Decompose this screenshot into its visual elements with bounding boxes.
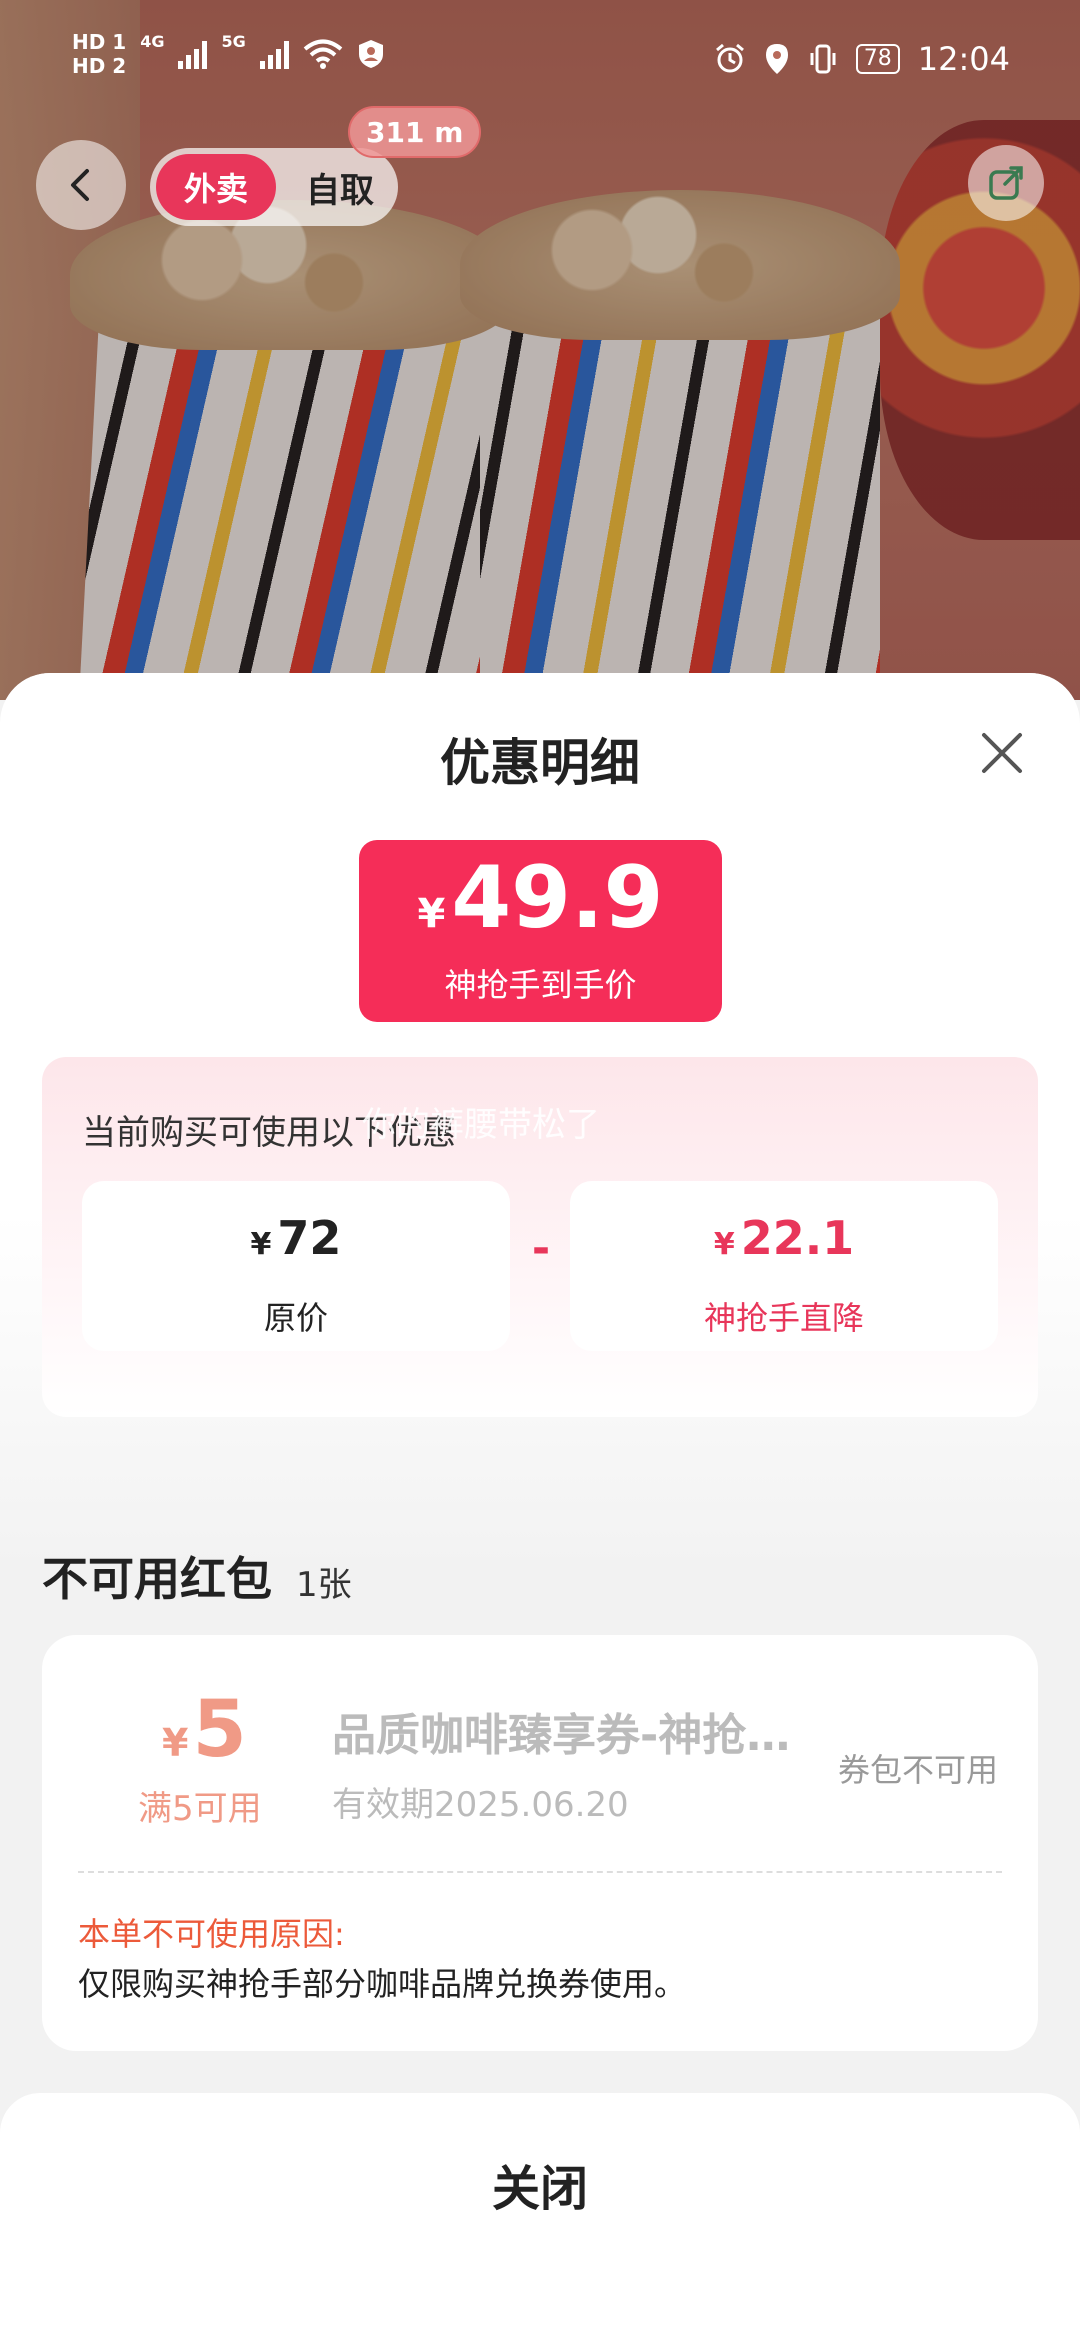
coupon-currency: ¥ xyxy=(162,1721,189,1765)
direct-discount-card: ¥22.1 神抢手直降 xyxy=(570,1181,998,1351)
coupon-amount-value: 5 xyxy=(192,1685,247,1775)
distance-badge: 311 m xyxy=(348,106,482,158)
unavailable-coupons-title: 不可用红包 xyxy=(42,1552,272,1606)
user-shield-icon xyxy=(358,40,383,68)
tab-pickup[interactable]: 自取 xyxy=(290,154,390,220)
close-x-button[interactable] xyxy=(974,725,1030,781)
coupon-reason-title: 本单不可使用原因: xyxy=(78,1915,345,1953)
unavailable-coupons-count: 1张 xyxy=(296,1565,352,1605)
final-price-amount: 49.9 xyxy=(451,848,664,948)
promo-breakdown: 当前购买可使用以下优惠 你的裤腰带松了 ¥72 原价 - ¥22.1 神抢手直降 xyxy=(42,1057,1038,1417)
direct-discount-amount: 22.1 xyxy=(740,1211,855,1265)
sim-hd-labels: HD 1 HD 2 xyxy=(72,32,126,76)
signal-icon xyxy=(178,39,208,69)
delivery-mode-switch: 外卖 自取 xyxy=(150,148,398,226)
signal-icon xyxy=(259,39,289,69)
coupon-validity: 有效期2025.06.20 xyxy=(332,1785,629,1825)
alarm-icon xyxy=(715,43,744,73)
status-bar: HD 1 HD 2 4G 5G 78 12:04 xyxy=(0,0,1080,120)
final-price-box: ¥49.9 神抢手到手价 xyxy=(359,840,722,1022)
sheet-title: 优惠明细 xyxy=(440,734,640,792)
direct-discount-label: 神抢手直降 xyxy=(703,1299,864,1337)
direct-discount-value: ¥22.1 xyxy=(570,1211,998,1265)
original-price-card: ¥72 原价 xyxy=(82,1181,510,1351)
coupon-min-spend: 满5可用 xyxy=(138,1789,262,1829)
tab-delivery[interactable]: 外卖 xyxy=(156,154,276,220)
network-type-1: 4G xyxy=(140,32,165,51)
coupon-status: 券包不可用 xyxy=(838,1751,999,1789)
coupon-name: 品质咖啡臻享券-神抢手专享 xyxy=(332,1710,802,1761)
network-type-2: 5G xyxy=(221,32,246,51)
minus-operator: - xyxy=(531,1223,551,1274)
coupon-amount: ¥5 xyxy=(162,1685,247,1775)
coupon-reason: 仅限购买神抢手部分咖啡品牌兑换券使用。 xyxy=(78,1965,687,2003)
close-icon xyxy=(982,733,1022,773)
vibrate-icon xyxy=(810,44,836,74)
hd-label-2: HD 2 xyxy=(72,54,127,78)
close-button[interactable]: 关闭 xyxy=(0,2149,1080,2219)
final-price-label: 神抢手到手价 xyxy=(444,966,637,1004)
hd-label-1: HD 1 xyxy=(72,30,127,54)
promo-watermark: 你的裤腰带松了 xyxy=(362,1105,600,1145)
discount-detail-sheet: 优惠明细 ¥49.9 神抢手到手价 当前购买可使用以下优惠 你的裤腰带松了 ¥7… xyxy=(0,673,1080,2340)
bottom-bar: 关闭 xyxy=(0,2093,1080,2340)
clock: 12:04 xyxy=(917,40,1010,78)
direct-discount-currency: ¥ xyxy=(713,1227,735,1262)
original-price-amount: 72 xyxy=(277,1211,342,1265)
battery-icon: 78 xyxy=(855,44,900,74)
unavailable-coupon-card[interactable]: ¥5 满5可用 品质咖啡臻享券-神抢手专享 有效期2025.06.20 券包不可… xyxy=(42,1635,1038,2051)
back-button[interactable] xyxy=(36,140,126,230)
original-price-value: ¥72 xyxy=(82,1211,510,1265)
status-bar-left: HD 1 HD 2 4G 5G xyxy=(72,32,385,76)
status-bar-right: 78 12:04 xyxy=(714,40,1010,78)
location-icon xyxy=(765,44,788,74)
chevron-left-icon xyxy=(71,169,89,201)
original-price-currency: ¥ xyxy=(250,1227,272,1262)
final-price: ¥49.9 xyxy=(359,848,722,948)
share-button[interactable] xyxy=(968,145,1044,221)
original-price-label: 原价 xyxy=(263,1299,328,1337)
share-icon xyxy=(989,166,1023,200)
final-price-currency: ¥ xyxy=(417,891,446,937)
coupon-divider xyxy=(78,1871,1002,1873)
wifi-icon xyxy=(303,39,343,69)
